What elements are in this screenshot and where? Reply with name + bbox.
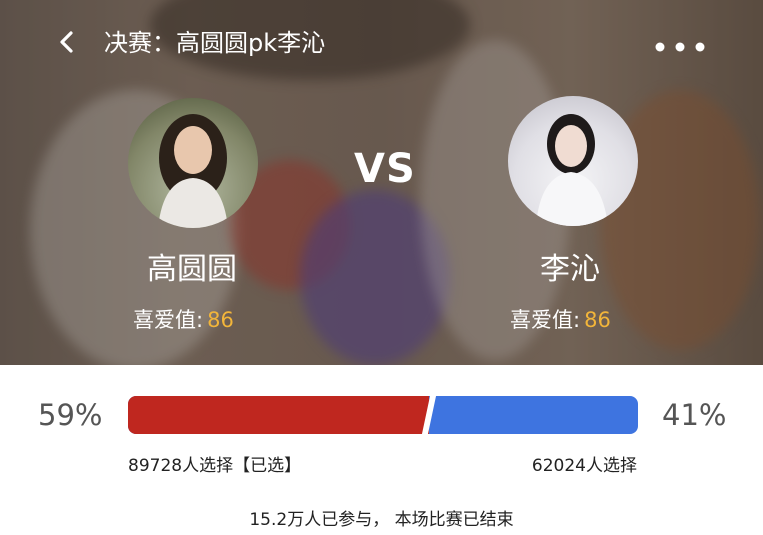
contestant-right-name: 李沁 (540, 252, 600, 287)
right-vote-percent: 41% (662, 398, 727, 432)
back-chevron-icon[interactable] (56, 31, 78, 53)
right-vote-count: 62024人选择 (531, 456, 637, 476)
match-summary: 15.2万人已参与， 本场比赛已结束 (249, 510, 514, 530)
top-bar: 决赛：高圆圆pk李沁 (0, 18, 763, 68)
contestant-left-favor: 喜爱值: 86 (133, 304, 234, 334)
favor-label: 喜爱值: (510, 308, 581, 332)
left-vote-count: 89728人选择【已选】 (128, 456, 302, 476)
more-dots-icon[interactable] (654, 38, 706, 52)
contestant-right-avatar[interactable] (508, 96, 638, 226)
favor-label: 喜爱值: (133, 308, 204, 332)
vote-ratio-bar (128, 396, 638, 434)
contestant-left-name: 高圆圆 (147, 252, 237, 287)
contestant-right-favor: 喜爱值: 86 (510, 304, 611, 334)
match-banner: 决赛：高圆圆pk李沁 VS 高圆圆 李沁 喜爱值: 86 喜爱值: 86 (0, 0, 763, 365)
contestant-left-avatar[interactable] (128, 98, 258, 228)
page-title: 决赛：高圆圆pk李沁 (104, 29, 326, 57)
left-vote-percent: 59% (38, 398, 103, 432)
favor-value: 86 (207, 308, 234, 332)
vs-label: VS (354, 146, 416, 192)
left-vote-bar (128, 396, 429, 434)
favor-value: 86 (584, 308, 611, 332)
